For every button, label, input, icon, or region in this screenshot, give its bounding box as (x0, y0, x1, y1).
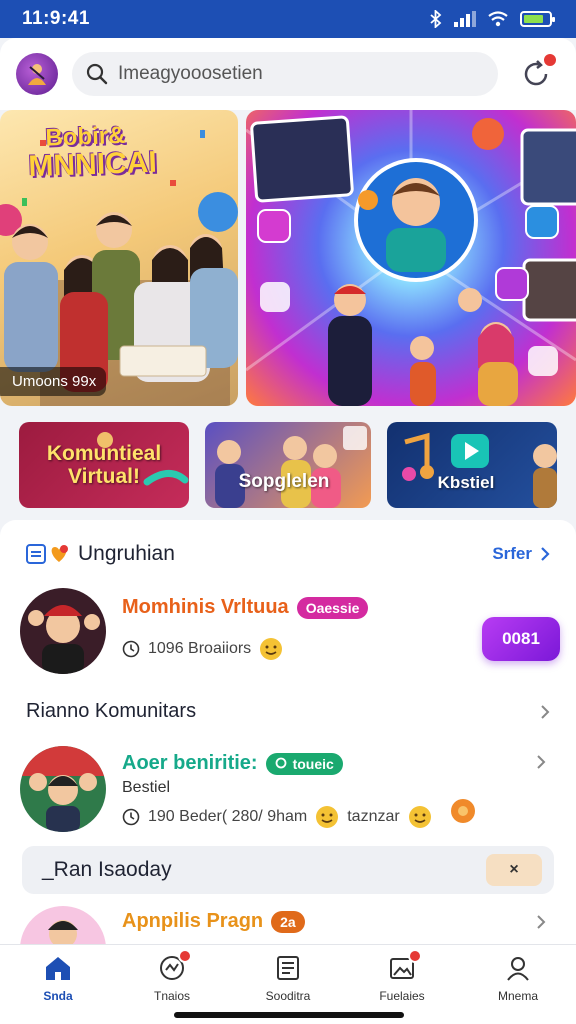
chevron-right-icon (541, 547, 550, 561)
item-title: Apnpilis Pragn (122, 910, 264, 932)
search-icon (86, 63, 108, 85)
virtual-community-illustration (246, 110, 576, 406)
nav-label: Sooditra (265, 989, 311, 1003)
close-button[interactable]: × (486, 854, 542, 886)
nav-badge (408, 949, 422, 963)
nav-item-activity[interactable]: Tnaios (132, 949, 212, 1003)
status-time: 11:9:41 (22, 8, 90, 29)
search-input[interactable] (118, 63, 458, 85)
category-card-kbstiel[interactable]: Kbstiel (387, 422, 557, 508)
home-icon (46, 957, 70, 980)
status-icons (430, 10, 555, 28)
nav-label: Snda (43, 989, 73, 1003)
nav-item-gallery[interactable]: Fuelaies (362, 949, 442, 1003)
item-meta-secondary: taznzar (347, 808, 400, 825)
clock-icon (122, 808, 140, 826)
strip-title: _Ran Isaoday (42, 858, 172, 881)
list-item[interactable]: Apnpilis Pragn 2a (20, 906, 556, 946)
avatar-figure-icon (28, 64, 46, 85)
item-body: Aoer beniritie: toueic Bestiel 190 Beder… (122, 746, 556, 829)
group-thumbnail-icon (20, 746, 106, 832)
category-card-sopglelen[interactable]: Sopglelen (205, 422, 371, 508)
community-row-title: Rianno Komunitars (26, 700, 197, 722)
item-meta: 190 Beder( 280/ 9ham (148, 808, 308, 825)
nav-item-documents[interactable]: Sooditra (248, 955, 328, 1003)
nav-label: Fuelaies (379, 989, 425, 1003)
item-badge: toueic (265, 752, 343, 775)
category-media-illustration (402, 432, 557, 508)
section-title: Ungruhian (78, 542, 175, 565)
community-row-header[interactable]: Rianno Komunitars (26, 700, 550, 723)
section-header: Ungruhian Srfer (26, 542, 550, 566)
featured-banner-right[interactable] (246, 110, 576, 406)
item-badge: 2a (271, 910, 305, 933)
chevron-right-icon (537, 755, 546, 769)
status-bar: 11:9:41 (0, 0, 576, 38)
nav-item-profile[interactable]: Mnema (478, 955, 558, 1003)
item-badge-label: toueic (292, 755, 334, 772)
wifi-icon (488, 11, 508, 27)
search-badge-icon (275, 757, 286, 768)
item-title: Momhinis Vrltuua (122, 596, 289, 618)
notification-badge (542, 52, 558, 68)
category-people-illustration (215, 426, 367, 508)
nav-label: Tnaios (153, 989, 191, 1003)
item-thumbnail (20, 746, 106, 832)
item-thumbnail (20, 906, 106, 946)
banner-left-title: Bobir& MNNICAI (27, 122, 158, 184)
reaction-icon[interactable] (450, 798, 476, 824)
item-meta: 1096 Broaiiors (148, 640, 252, 657)
item-subtitle: Bestiel (122, 779, 171, 796)
list-item[interactable]: Aoer beniritie: toueic Bestiel 190 Beder… (20, 746, 556, 832)
chevron-right-icon (541, 704, 550, 719)
user-avatar[interactable] (16, 53, 58, 95)
battery-icon (520, 11, 555, 27)
signal-icon (454, 11, 476, 27)
bluetooth-icon (430, 10, 442, 28)
emoji-icon (260, 638, 283, 660)
category-card-komunitas[interactable]: Komuntieal Virtual! (19, 422, 189, 508)
category-label-kbstiel: Kbstiel (437, 473, 495, 492)
emoji-icon (316, 806, 339, 828)
heart-badge-icon (51, 545, 68, 562)
list-item[interactable]: Momhinis Vrltuua Oaessie 1096 Broaiiors (20, 588, 556, 674)
item-title: Aoer beniritie: (122, 752, 258, 774)
search-bar[interactable] (72, 52, 498, 96)
nav-item-home[interactable]: Snda (18, 955, 98, 1003)
nav-label: Mnema (497, 989, 538, 1003)
app-header (0, 38, 576, 110)
list-icon (26, 544, 46, 564)
see-all-link[interactable]: Srfer (492, 544, 550, 564)
profile-icon (507, 957, 529, 981)
document-icon (277, 956, 299, 980)
join-button[interactable]: 0081 (482, 617, 560, 661)
featured-banner-left[interactable]: Bobir& MNNICAI Umoons 99x (0, 110, 238, 406)
schedule-strip[interactable]: _Ran Isaoday × (22, 846, 554, 894)
clock-icon (122, 640, 140, 658)
item-thumbnail (20, 588, 106, 674)
category-label-komunitas: Komuntieal Virtual! (46, 441, 162, 488)
notification-button[interactable] (520, 52, 558, 90)
close-icon: × (509, 861, 519, 878)
nav-badge (178, 949, 192, 963)
see-all-label: Srfer (492, 544, 532, 563)
item-badge: Oaessie (296, 596, 369, 619)
person-thumbnail-icon (48, 920, 78, 946)
banner-left-caption: Umoons 99x (0, 367, 107, 396)
chevron-right-icon (537, 915, 546, 929)
content-panel: Ungruhian Srfer Momhinis Vrltuua Oaessie (0, 520, 576, 946)
category-label-sopglelen: Sopglelen (238, 471, 330, 492)
emoji-icon (408, 806, 431, 828)
person-thumbnail-icon (20, 588, 106, 674)
banner-left-title-line2: MNNICAI (27, 145, 158, 184)
home-indicator (174, 1012, 404, 1018)
item-body: Apnpilis Pragn 2a (122, 906, 556, 933)
